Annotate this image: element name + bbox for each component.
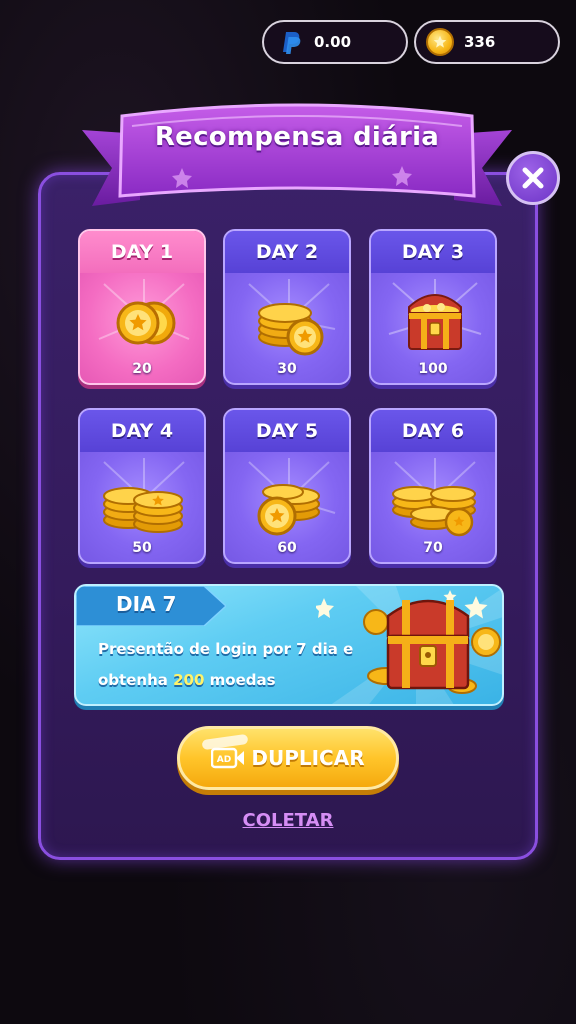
day-7-text-after: moedas xyxy=(204,671,276,689)
double-button-label: DUPLICAR xyxy=(251,746,365,770)
paypal-icon xyxy=(283,32,301,54)
day-card-label: DAY 6 xyxy=(371,410,495,452)
close-button[interactable] xyxy=(506,151,560,205)
day-card-label: DAY 5 xyxy=(225,410,349,452)
coin-pile-icon xyxy=(248,458,336,536)
paypal-balance-pill[interactable]: 0.00 xyxy=(262,20,408,64)
collect-link[interactable]: COLETAR xyxy=(188,810,388,831)
two-coins-icon xyxy=(98,279,190,345)
day-card-label: DAY 2 xyxy=(225,231,349,273)
day-card-amount: 50 xyxy=(132,540,152,556)
coin-icon xyxy=(426,28,454,56)
coin-heap-icon xyxy=(392,458,476,537)
day-card-amount: 60 xyxy=(277,540,297,556)
big-treasure-chest-icon xyxy=(316,590,501,694)
day-7-tab: DIA 7 xyxy=(76,586,226,626)
day-card-label: DAY 3 xyxy=(371,231,495,273)
title-ribbon: Recompensa diária xyxy=(82,96,512,220)
day-card-1[interactable]: DAY 1 20 xyxy=(78,229,206,385)
day-card-6[interactable]: DAY 6 70 xyxy=(369,408,497,564)
day-7-label: DIA 7 xyxy=(116,592,177,616)
coin-balance-pill[interactable]: 336 xyxy=(414,20,560,64)
close-icon xyxy=(522,167,544,189)
day-card-amount: 20 xyxy=(132,361,152,377)
double-reward-button[interactable]: AD DUPLICAR xyxy=(177,726,399,790)
day-card-amount: 100 xyxy=(418,361,448,377)
treasure-chest-icon xyxy=(388,279,482,350)
day-card-amount: 70 xyxy=(423,540,443,556)
day-card-label: DAY 1 xyxy=(80,231,204,273)
coin-stacks-icon xyxy=(103,458,185,533)
day-7-banner[interactable]: DIA 7 Presentão de login por 7 dia e obt… xyxy=(74,584,504,706)
day-7-reward-amount: 200 xyxy=(173,671,205,689)
day-card-4[interactable]: DAY 4 50 xyxy=(78,408,206,564)
day-card-2[interactable]: DAY 2 30 xyxy=(223,229,351,385)
ad-badge-label: AD xyxy=(217,755,231,765)
day-card-amount: 30 xyxy=(277,361,297,377)
day-card-label: DAY 4 xyxy=(80,410,204,452)
day-card-3[interactable]: DAY 3 100 xyxy=(369,229,497,385)
video-ad-icon: AD xyxy=(211,747,245,769)
coin-balance-value: 336 xyxy=(464,33,496,51)
coin-stack-icon xyxy=(248,279,336,356)
day-card-5[interactable]: DAY 5 60 xyxy=(223,408,351,564)
popup-title: Recompensa diária xyxy=(154,122,440,152)
paypal-balance-value: 0.00 xyxy=(314,33,352,51)
